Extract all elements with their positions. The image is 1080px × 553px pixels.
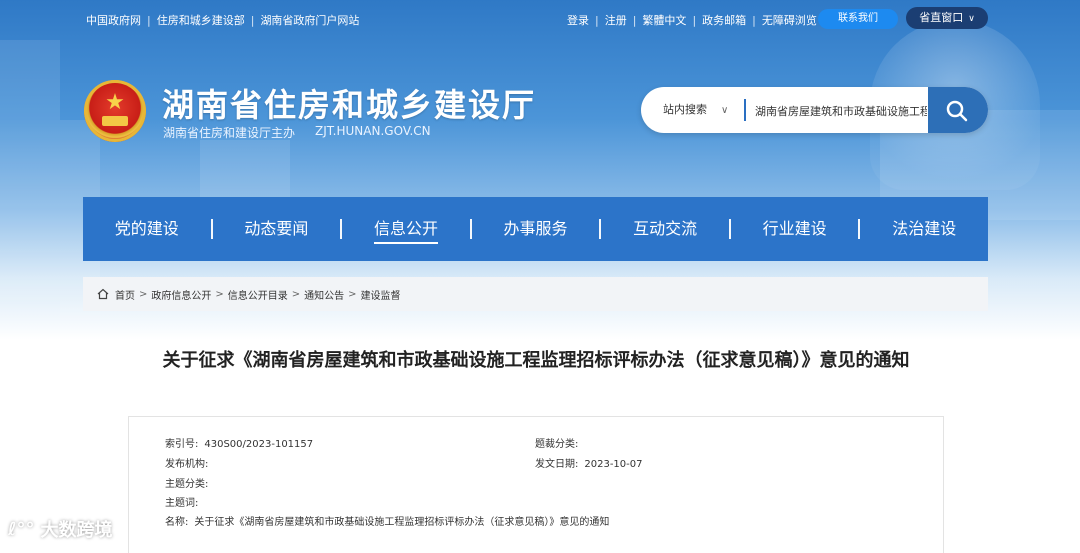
accessibility-link[interactable]: 无障碍浏览 (762, 12, 817, 28)
nav-interaction[interactable]: 互动交流 (601, 197, 729, 261)
site-domain: ZJT.HUNAN.GOV.CN (315, 124, 431, 138)
nav-news[interactable]: 动态要闻 (213, 197, 341, 261)
nav-info-disclosure[interactable]: 信息公开 (342, 197, 470, 261)
site-subtitle: 湖南省住房和建设厅主办 ZJT.HUNAN.GOV.CN (163, 124, 431, 141)
nav-rule-of-law[interactable]: 法治建设 (860, 197, 988, 261)
nav-party-building[interactable]: 党的建设 (83, 197, 211, 261)
home-icon (97, 288, 109, 300)
breadcrumb-arrow: > (139, 288, 148, 300)
national-emblem-logo: ★ (84, 80, 146, 142)
meta-index: 索引号: 430S00/2023-101157 (165, 435, 313, 450)
link-hunan-portal[interactable]: 湖南省政府门户网站 (260, 12, 359, 28)
search-bar: 站内搜索 ∨ (641, 87, 988, 133)
nav-industry[interactable]: 行业建设 (731, 197, 859, 261)
separator: | (250, 13, 255, 27)
nav-label: 办事服务 (503, 219, 568, 238)
meta-label: 发布机构: (165, 459, 209, 470)
separator: | (595, 13, 599, 27)
nav-label: 动态要闻 (244, 219, 309, 238)
meta-keywords: 主题词: (165, 494, 204, 509)
site-host: 湖南省住房和建设厅主办 (163, 126, 296, 140)
separator: | (692, 13, 697, 27)
background-building (0, 40, 60, 300)
register-link[interactable]: 注册 (605, 12, 627, 28)
top-links: 中国政府网 | 住房和城乡建设部 | 湖南省政府门户网站 (86, 12, 359, 28)
search-scope-select[interactable]: 站内搜索 ∨ (663, 87, 728, 133)
meta-label: 主题词: (165, 498, 199, 509)
meta-label: 发文日期: (535, 459, 579, 470)
site-title: 湖南省住房和城乡建设厅 (162, 86, 537, 124)
breadcrumb-arrow: > (215, 288, 224, 300)
nav-services[interactable]: 办事服务 (472, 197, 600, 261)
nav-label: 行业建设 (762, 219, 827, 238)
meta-topic: 主题分类: (165, 475, 214, 490)
breadcrumb-home[interactable]: 首页 (115, 287, 135, 302)
gate-icon (102, 116, 128, 126)
separator: | (632, 13, 637, 27)
breadcrumb-arrow: > (348, 288, 357, 300)
watermark-text: 大数跨境 (40, 520, 113, 541)
chevron-down-icon: ∨ (968, 14, 975, 24)
page-title: 关于征求《湖南省房屋建筑和市政基础设施工程监理招标评标办法（征求意见稿）》意见的… (162, 350, 910, 371)
nav-label: 法治建设 (892, 219, 957, 238)
search-divider (744, 99, 746, 121)
breadcrumb-supervision[interactable]: 建设监督 (361, 287, 401, 302)
document-metadata: 索引号: 430S00/2023-101157 题裁分类: 发布机构: 发文日期:… (128, 416, 944, 553)
breadcrumb-info-directory[interactable]: 信息公开目录 (228, 287, 288, 302)
gov-mail-link[interactable]: 政务邮箱 (702, 12, 746, 28)
province-window-label: 省直窗口 (919, 11, 964, 24)
chevron-down-icon: ∨ (721, 105, 729, 116)
nav-label: 党的建设 (114, 219, 179, 238)
meta-value: 关于征求《湖南省房屋建筑和市政基础设施工程监理招标评标办法（征求意见稿）》意见的… (194, 517, 610, 528)
star-icon: ★ (105, 90, 125, 115)
traditional-chinese-link[interactable]: 繁體中文 (642, 12, 686, 28)
meta-label: 主题分类: (165, 479, 209, 490)
meta-label: 题裁分类: (535, 439, 579, 450)
meta-value: 2023-10-07 (584, 459, 643, 470)
watermark-logo-icon: ℓ°° (8, 518, 35, 540)
meta-label: 名称: (165, 517, 189, 528)
separator: | (147, 13, 151, 27)
link-gov-cn[interactable]: 中国政府网 (86, 12, 141, 28)
breadcrumb-arrow: > (291, 288, 301, 300)
search-scope-label: 站内搜索 (663, 103, 707, 116)
main-nav: 党的建设 动态要闻 信息公开 办事服务 互动交流 行业建设 法治建设 (83, 197, 988, 261)
user-links: 登录 | 注册 | 繁體中文 | 政务邮箱 | 无障碍浏览 (567, 12, 817, 28)
search-button[interactable] (928, 87, 988, 133)
meta-label: 索引号: (165, 439, 199, 450)
search-icon (946, 100, 968, 122)
breadcrumb: 首页 > 政府信息公开 > 信息公开目录 > 通知公告 > 建设监督 (83, 277, 988, 311)
login-link[interactable]: 登录 (567, 12, 589, 28)
nav-label: 互动交流 (633, 219, 698, 238)
contact-us-button[interactable]: 联系我们 (818, 9, 898, 29)
meta-name: 名称: 关于征求《湖南省房屋建筑和市政基础设施工程监理招标评标办法（征求意见稿）》… (165, 513, 609, 528)
nav-label: 信息公开 (373, 219, 438, 244)
separator: | (752, 13, 756, 27)
link-mohurd[interactable]: 住房和城乡建设部 (157, 12, 245, 28)
breadcrumb-notices[interactable]: 通知公告 (304, 287, 344, 302)
meta-date: 发文日期: 2023-10-07 (535, 455, 643, 470)
meta-publisher: 发布机构: (165, 455, 214, 470)
meta-value: 430S00/2023-101157 (204, 439, 314, 450)
meta-category: 题裁分类: (535, 435, 584, 450)
province-window-button[interactable]: 省直窗口 ∨ (906, 7, 988, 29)
watermark: ℓ°° 大数跨境 (8, 516, 113, 542)
breadcrumb-gov-info[interactable]: 政府信息公开 (151, 287, 211, 302)
search-input[interactable] (753, 95, 929, 127)
